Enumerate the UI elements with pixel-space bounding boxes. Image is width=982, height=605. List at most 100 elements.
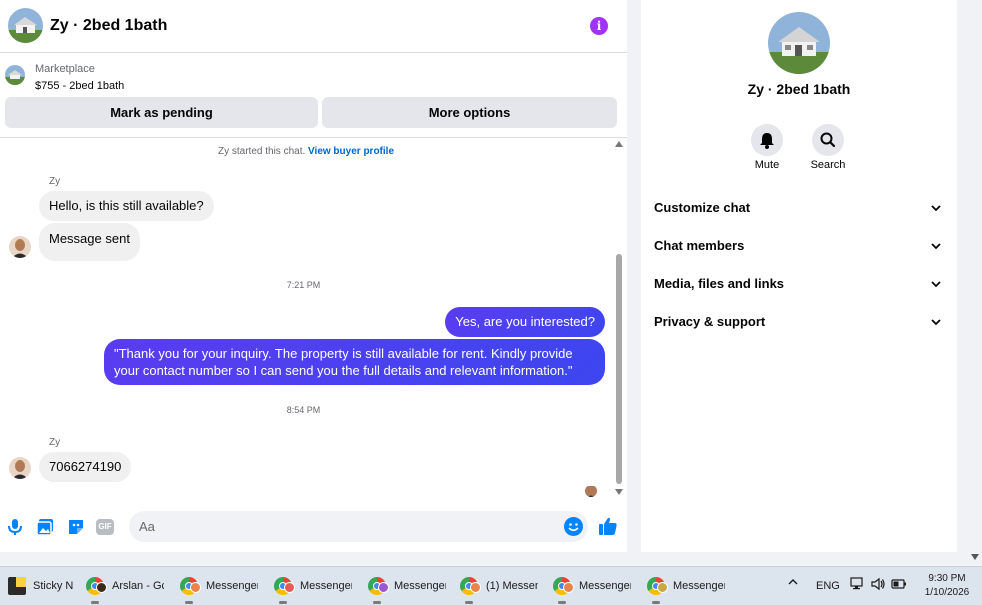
mute-button[interactable] [751,124,783,156]
conversation-info-panel: Zy · 2bed 1bath Mute Search Customize ch… [641,0,957,552]
bell-icon [760,133,774,149]
chrome-icon [647,577,668,595]
sender-name: Zy [49,176,61,187]
chevron-down-icon [931,319,941,326]
timestamp: 7:21 PM [286,280,321,290]
view-buyer-profile-link[interactable]: View buyer profile [308,146,394,157]
taskbar-label: Messenger [673,580,725,592]
page-scroll-down-arrow-icon[interactable] [971,554,979,560]
seen-avatar-icon [585,485,597,497]
section-label: Chat members [654,238,745,253]
marketplace-label: Marketplace [35,63,95,75]
taskbar-label: Messenger [394,580,446,592]
profile-badge-icon [657,582,668,593]
chrome-icon [460,577,481,595]
profile-badge-icon [378,582,389,593]
sticker-icon[interactable] [66,517,86,537]
system-clock[interactable]: 9:30 PM 1/10/2026 [918,572,976,600]
chat-started-notice: Zy started this chat. View buyer profile [0,146,612,157]
section-label: Media, files and links [654,276,785,291]
info-icon[interactable]: i [590,17,608,35]
incoming-message[interactable]: 7066274190 [39,452,132,482]
network-icon[interactable] [849,577,865,591]
chrome-icon [180,577,201,595]
taskbar-item-messenger[interactable]: Messenger [647,567,727,605]
listing-price[interactable]: $755 - 2bed 1bath [35,80,124,92]
chrome-icon [274,577,295,595]
volume-icon[interactable] [870,577,886,591]
active-indicator [279,601,287,604]
thumbs-up-icon[interactable] [598,516,618,536]
chevron-down-icon [931,281,941,288]
chat-avatar[interactable] [8,8,43,43]
section-label: Customize chat [654,200,751,215]
chrome-icon [86,577,107,595]
outgoing-message[interactable]: "Thank you for your inquiry. The propert… [104,339,605,385]
taskbar-label: Messenger [206,580,258,592]
search-label: Search [810,159,846,171]
message-scrollbar[interactable] [614,139,624,501]
clock-date: 1/10/2026 [924,587,970,598]
active-indicator [185,601,193,604]
taskbar-label: Messenger [579,580,631,592]
search-button[interactable] [812,124,844,156]
outgoing-message[interactable]: Yes, are you interested? [445,307,605,337]
active-indicator [91,601,99,604]
message-input[interactable]: Aa [129,511,588,542]
gif-icon[interactable]: GIF [96,519,114,535]
taskbar-label: (1) Messen [486,580,538,592]
clock-time: 9:30 PM [928,573,966,584]
active-indicator [558,601,566,604]
chevron-down-icon [931,205,941,212]
marketplace-listing: Marketplace $755 - 2bed 1bath Mark as pe… [0,54,627,138]
incoming-message[interactable]: Hello, is this still available? [39,191,214,221]
active-indicator [465,601,473,604]
section-label: Privacy & support [654,314,766,329]
emoji-icon[interactable] [564,517,583,536]
message-composer: GIF Aa [0,503,627,552]
incoming-message[interactable]: Message sent [39,223,140,261]
message-line: your contact number so I can send you th… [114,363,573,378]
microphone-icon[interactable] [5,517,25,537]
taskbar-item-chrome[interactable]: Arslan - Gc [86,567,166,605]
active-indicator [373,601,381,604]
conversation-title: Zy · 2bed 1bath [747,81,851,97]
battery-icon[interactable] [891,577,907,591]
customize-chat-section[interactable]: Customize chat [641,193,957,223]
chrome-icon [368,577,389,595]
mute-label: Mute [754,159,780,171]
profile-badge-icon [563,582,574,593]
scroll-thumb[interactable] [616,254,622,484]
sender-avatar[interactable] [9,236,31,258]
chat-header: Zy · 2bed 1bath i [0,0,627,53]
chat-title[interactable]: Zy · 2bed 1bath [50,17,167,35]
taskbar-item-messenger[interactable]: Messenger [553,567,633,605]
taskbar-item-messenger[interactable]: Messenger [274,567,354,605]
scroll-down-arrow-icon[interactable] [615,489,623,495]
taskbar-item-messenger[interactable]: (1) Messen [460,567,540,605]
listing-avatar[interactable] [768,12,830,74]
photo-icon[interactable] [35,517,55,537]
media-files-links-section[interactable]: Media, files and links [641,269,957,299]
scroll-up-arrow-icon[interactable] [615,141,623,147]
taskbar-item-messenger[interactable]: Messenger [368,567,448,605]
search-icon [820,132,836,148]
more-options-button[interactable]: More options [322,97,617,128]
profile-badge-icon [190,582,201,593]
active-indicator [652,601,660,604]
chat-members-section[interactable]: Chat members [641,231,957,261]
language-indicator[interactable]: ENG [816,580,840,592]
privacy-support-section[interactable]: Privacy & support [641,307,957,337]
sender-name: Zy [49,437,61,448]
taskbar-item-sticky-notes[interactable]: Sticky N [8,567,83,605]
show-hidden-icons-chevron-icon[interactable] [787,576,799,588]
chevron-down-icon [931,243,941,250]
taskbar-label: Arslan - Gc [112,580,164,592]
mark-as-pending-button[interactable]: Mark as pending [5,97,318,128]
chat-panel: Zy · 2bed 1bath i Marketplace $755 - 2be… [0,0,627,552]
listing-thumbnail[interactable] [5,65,25,85]
sender-avatar[interactable] [9,457,31,479]
taskbar-label: Messenger [300,580,352,592]
taskbar-item-messenger[interactable]: Messenger [180,567,260,605]
chat-started-text: Zy started this chat. [218,146,306,157]
